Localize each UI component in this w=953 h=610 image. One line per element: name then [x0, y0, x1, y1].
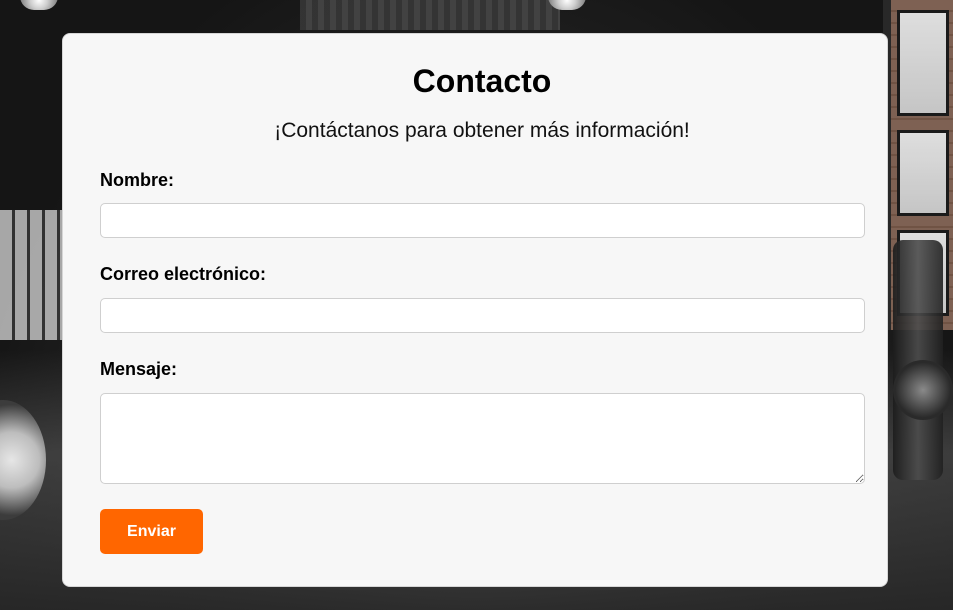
email-field[interactable]	[100, 298, 865, 333]
name-field[interactable]	[100, 203, 865, 238]
submit-button[interactable]: Enviar	[100, 509, 203, 554]
contact-form: Nombre: Correo electrónico: Mensaje: Env…	[100, 169, 865, 554]
gym-machine-wheel	[893, 360, 953, 420]
message-label: Mensaje:	[100, 359, 178, 379]
message-field[interactable]	[100, 393, 865, 484]
window-pane	[897, 10, 949, 116]
ceiling-light	[20, 0, 58, 10]
email-label: Correo electrónico:	[100, 264, 267, 284]
contact-card: Contacto ¡Contáctanos para obtener más i…	[62, 33, 888, 587]
window-pane	[897, 130, 949, 216]
page-subtitle: ¡Contáctanos para obtener más informació…	[274, 119, 690, 142]
ceiling-beam	[300, 0, 560, 30]
page-title: Contacto	[412, 63, 552, 99]
name-label: Nombre:	[100, 170, 175, 190]
background-window	[0, 210, 62, 340]
